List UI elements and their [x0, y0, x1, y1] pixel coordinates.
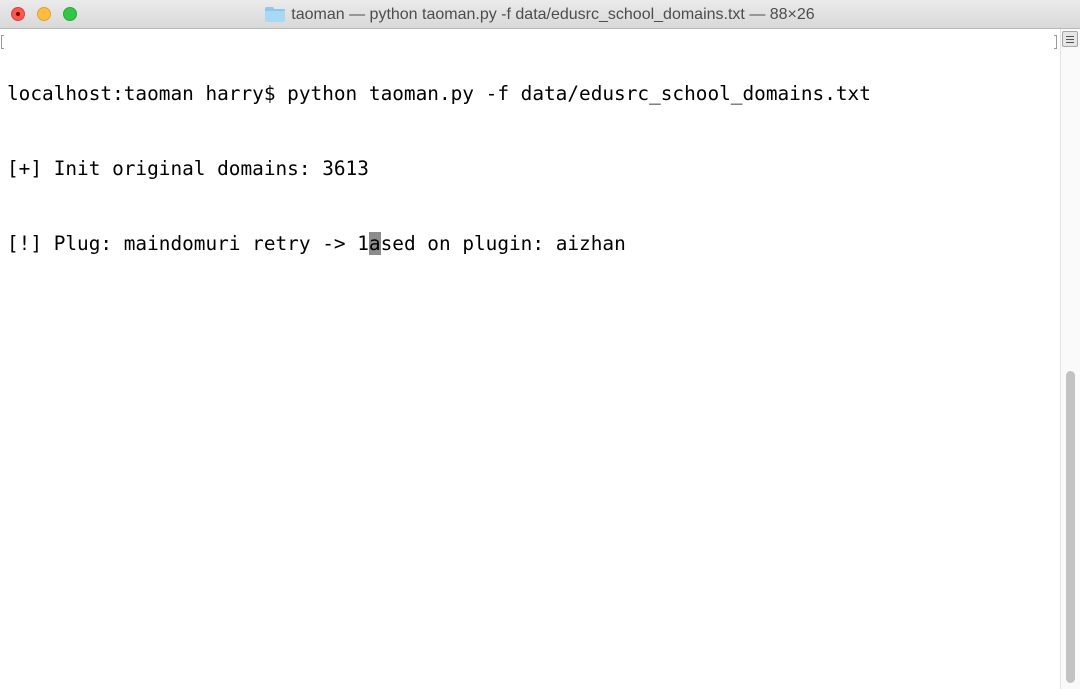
terminal-line-command: localhost:taoman harry$ python taoman.py… — [7, 82, 871, 105]
right-margin-bracket-icon — [1054, 35, 1057, 49]
line-text-before-cursor: [!] Plug: maindomuri retry -> 1 — [7, 232, 369, 255]
minimize-button[interactable] — [37, 7, 51, 21]
terminal-content[interactable]: localhost:taoman harry$ python taoman.py… — [0, 29, 1060, 689]
split-pane-button[interactable] — [1062, 31, 1078, 47]
line-text-after-cursor: sed on plugin: aizhan — [380, 232, 626, 255]
close-dot-icon — [16, 12, 20, 16]
split-bar-icon — [1066, 36, 1074, 37]
folder-icon — [265, 7, 286, 22]
zoom-button[interactable] — [63, 7, 77, 21]
terminal-output: localhost:taoman harry$ python taoman.py… — [7, 31, 871, 306]
terminal-line-init: [+] Init original domains: 3613 — [7, 157, 369, 180]
text-cursor: a — [368, 232, 381, 255]
window-title-area: taoman — python taoman.py -f data/edusrc… — [0, 0, 1080, 29]
terminal-window: taoman — python taoman.py -f data/edusrc… — [0, 0, 1080, 689]
window-title: taoman — python taoman.py -f data/edusrc… — [291, 5, 815, 23]
title-bar[interactable]: taoman — python taoman.py -f data/edusrc… — [0, 0, 1080, 29]
split-bar-icon — [1066, 39, 1074, 40]
close-button[interactable] — [11, 7, 25, 21]
scrollbar-thumb[interactable] — [1066, 371, 1075, 683]
split-bar-icon — [1066, 42, 1074, 43]
terminal-line-plugin: [!] Plug: maindomuri retry -> 1ased on p… — [7, 231, 871, 256]
left-margin-bracket-icon — [1, 35, 4, 49]
